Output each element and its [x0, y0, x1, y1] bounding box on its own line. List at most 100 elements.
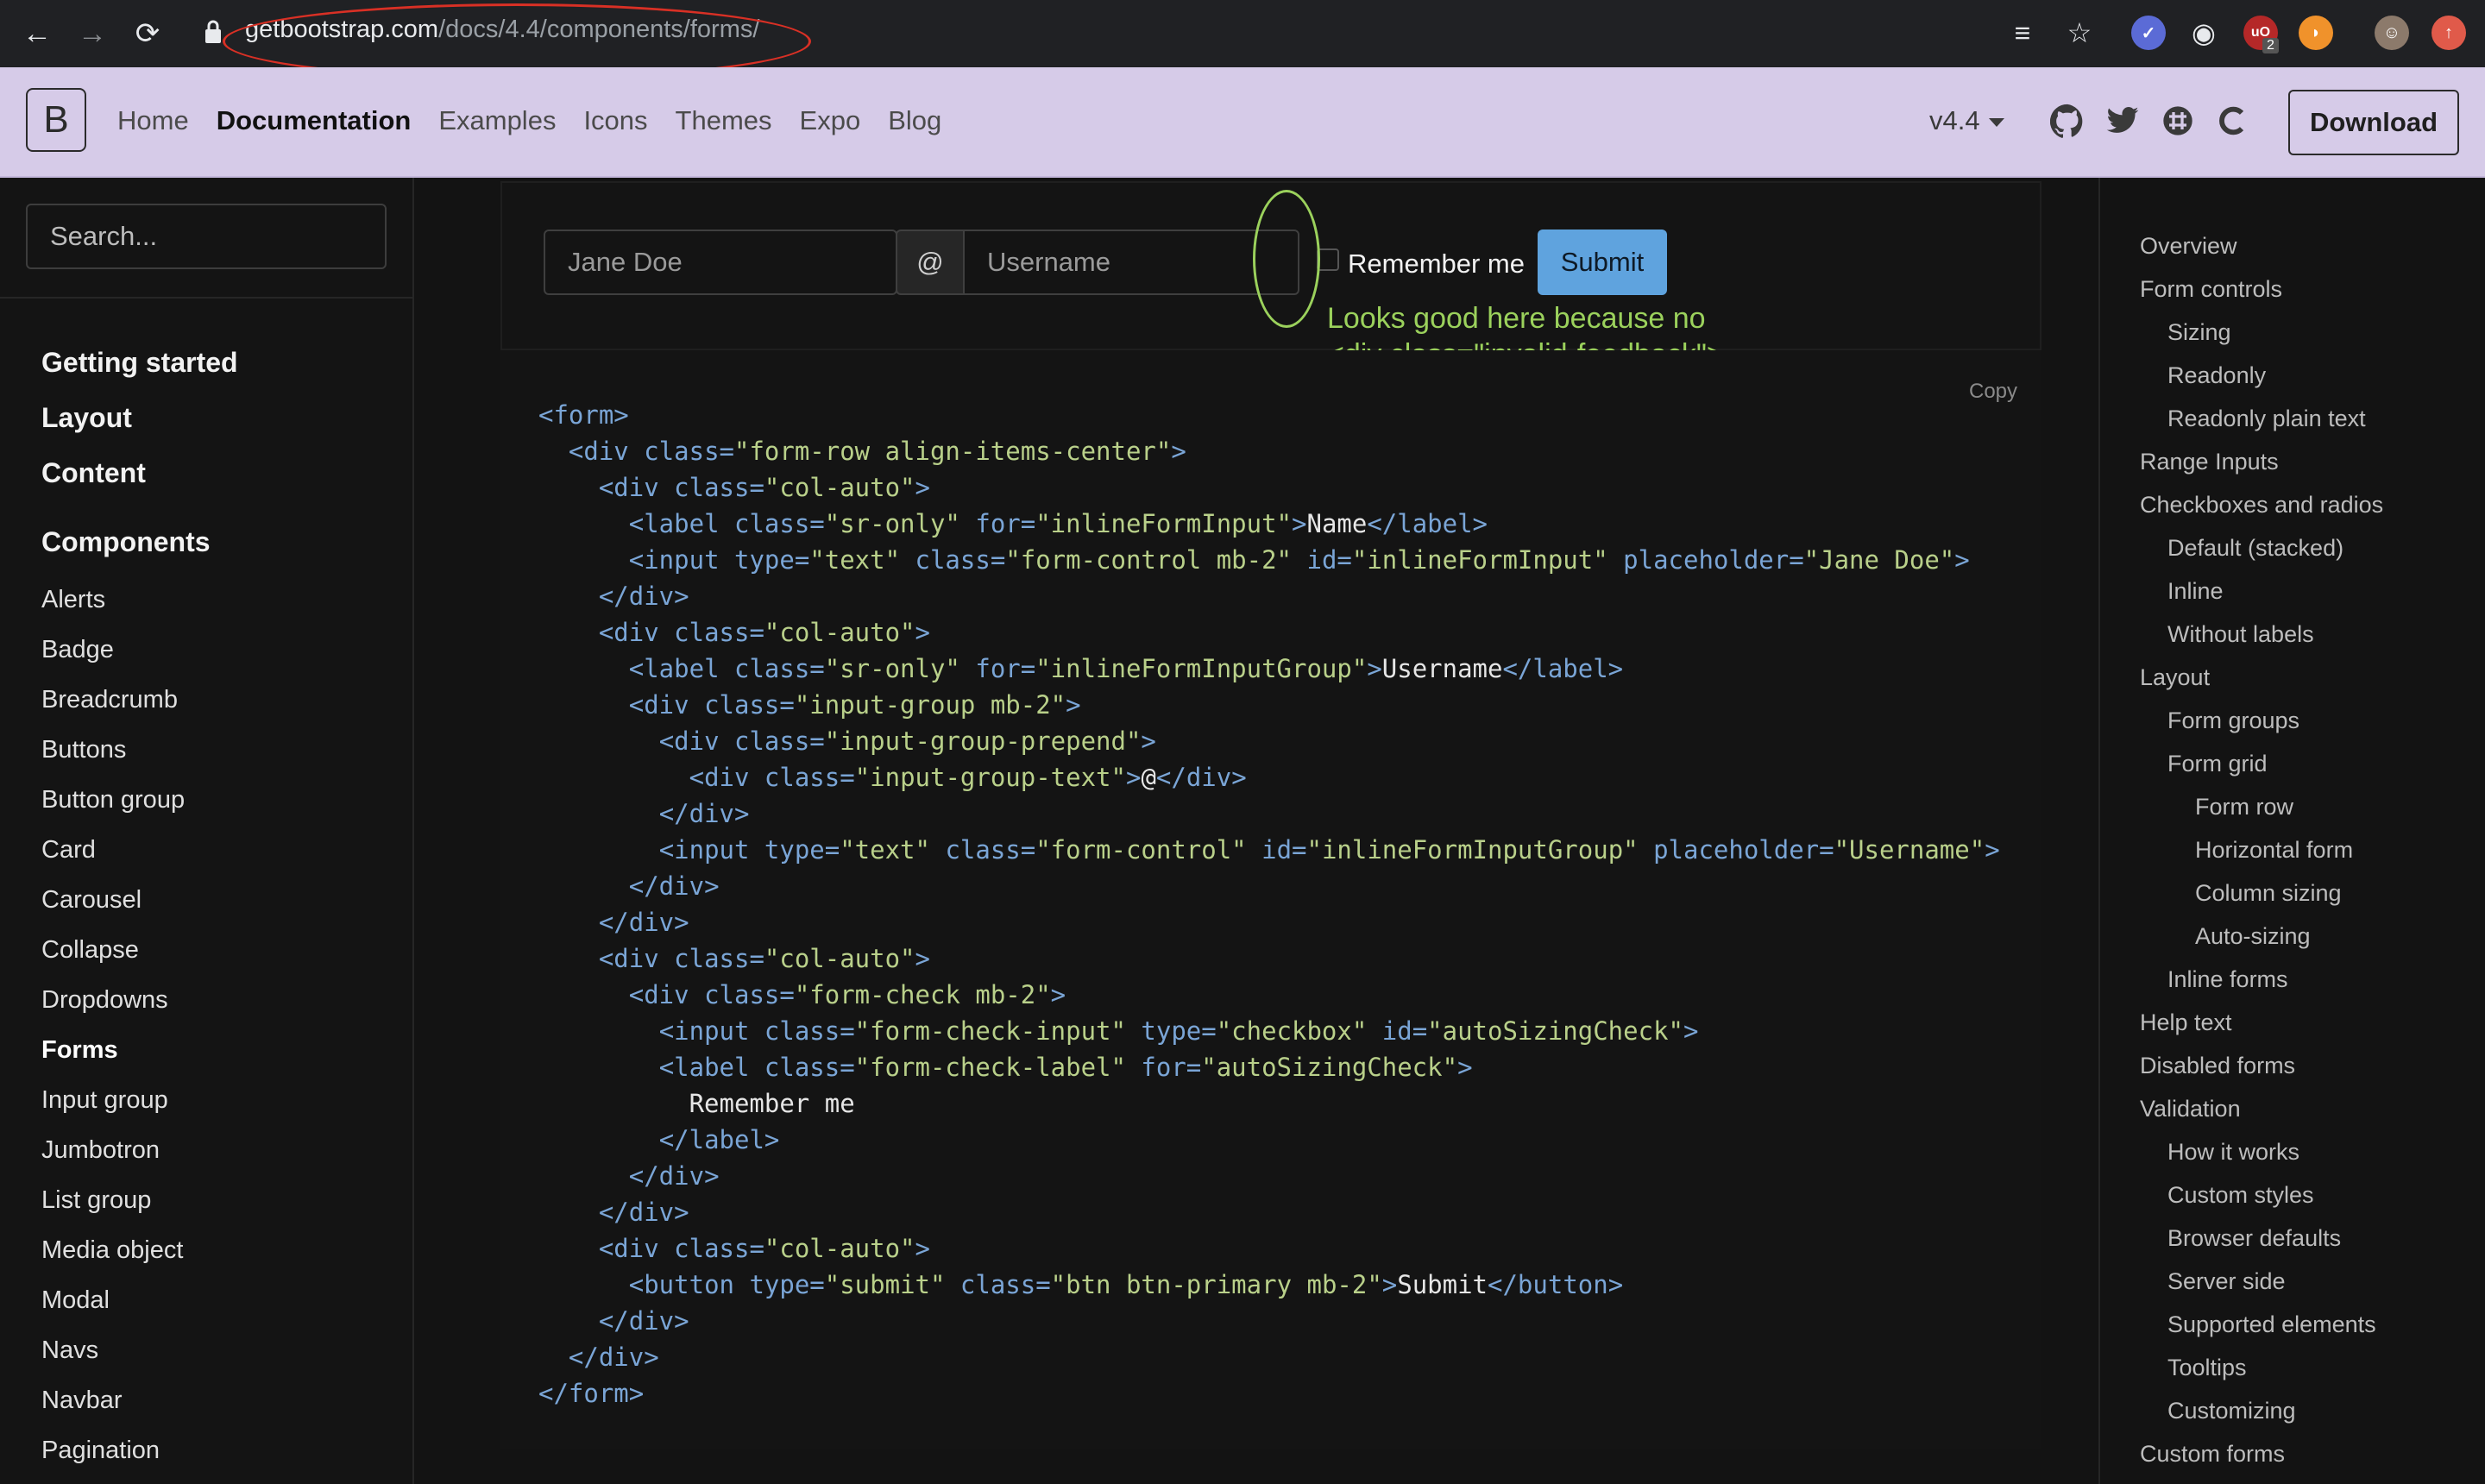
toc-item[interactable]: Horizontal form: [2140, 828, 2383, 871]
toc-item[interactable]: Validation: [2140, 1087, 2383, 1130]
toc-item[interactable]: How it works: [2140, 1130, 2383, 1173]
update-icon[interactable]: ↑: [2432, 16, 2466, 50]
toc-item[interactable]: Help text: [2140, 1001, 2383, 1044]
toc-item[interactable]: Inline forms: [2140, 958, 2383, 1001]
star-icon[interactable]: ☆: [2062, 16, 2097, 50]
sidebar-item[interactable]: Pagination: [41, 1425, 185, 1475]
sidebar-item[interactable]: Collapse: [41, 925, 185, 975]
toc-item[interactable]: Without labels: [2140, 613, 2383, 656]
sidebar-item[interactable]: Jumbotron: [41, 1125, 185, 1175]
toc-item[interactable]: Inline: [2140, 569, 2383, 613]
toc-item[interactable]: Overview: [2140, 224, 2383, 267]
sidebar-item-getting-started[interactable]: Getting started: [41, 335, 238, 390]
code-token: "autoSizingCheck": [1201, 1053, 1458, 1082]
toc-item[interactable]: Browser defaults: [2140, 1217, 2383, 1260]
toc-item[interactable]: Readonly: [2140, 354, 2383, 397]
code-token: Name: [1306, 509, 1368, 538]
name-input[interactable]: [544, 230, 897, 295]
toc-item[interactable]: Checkboxes and radios: [2140, 483, 2383, 526]
sidebar-item-content[interactable]: Content: [41, 445, 238, 500]
nav-home[interactable]: Home: [117, 105, 189, 136]
sidebar-item[interactable]: Modal: [41, 1275, 185, 1325]
toc-item[interactable]: Default (stacked): [2140, 526, 2383, 569]
avatar[interactable]: ☺: [2375, 16, 2409, 50]
code-token: for=: [975, 509, 1036, 538]
code-token: >: [915, 944, 930, 973]
opencollective-icon[interactable]: [2216, 104, 2250, 138]
code-token: "Username": [1834, 835, 1985, 865]
sidebar-item[interactable]: Alerts: [41, 575, 185, 625]
sidebar-item[interactable]: Card: [41, 825, 185, 875]
toc-item[interactable]: Custom forms: [2140, 1432, 2383, 1475]
toc-item[interactable]: Form grid: [2140, 742, 2383, 785]
toc-item[interactable]: Tooltips: [2140, 1346, 2383, 1389]
sidebar-item-layout[interactable]: Layout: [41, 390, 238, 445]
sidebar-item[interactable]: Badge: [41, 625, 185, 675]
code-token: </div>: [1155, 763, 1247, 792]
username-input[interactable]: [963, 230, 1299, 295]
code-token: </div>: [658, 799, 750, 828]
nav-documentation[interactable]: Documentation: [217, 105, 412, 136]
code-token: class=: [674, 473, 764, 502]
toc-item[interactable]: Form controls: [2140, 267, 2383, 311]
sidebar-item[interactable]: Breadcrumb: [41, 675, 185, 725]
github-icon[interactable]: [2050, 104, 2085, 138]
sidebar-item[interactable]: List group: [41, 1175, 185, 1225]
extension-check-icon[interactable]: ✓: [2131, 16, 2166, 50]
code-token: "Jane Doe": [1803, 545, 1955, 575]
sidebar-item[interactable]: Navbar: [41, 1375, 185, 1425]
twitter-icon[interactable]: [2105, 104, 2140, 138]
sidebar-section-components[interactable]: Components: [41, 526, 211, 558]
reading-list-icon[interactable]: ≡: [2005, 16, 2040, 50]
toc-item[interactable]: Range Inputs: [2140, 440, 2383, 483]
sidebar-item[interactable]: Media object: [41, 1225, 185, 1275]
code-line: <div class="col-auto">: [538, 614, 2000, 651]
code-token: "inlineFormInput": [1035, 509, 1293, 538]
nav-expo[interactable]: Expo: [800, 105, 861, 136]
back-icon[interactable]: ←: [16, 12, 59, 55]
nav-themes[interactable]: Themes: [676, 105, 772, 136]
toc-item[interactable]: Auto-sizing: [2140, 915, 2383, 958]
submit-button[interactable]: Submit: [1538, 230, 1667, 295]
toc-item[interactable]: Readonly plain text: [2140, 397, 2383, 440]
toc-item[interactable]: Sizing: [2140, 311, 2383, 354]
extension-spy-icon[interactable]: ◉: [2186, 16, 2221, 50]
search-input[interactable]: [26, 204, 387, 269]
code-token: "form-row align-items-center": [734, 437, 1172, 466]
toc-item[interactable]: Supported elements: [2140, 1303, 2383, 1346]
code-token: @: [1141, 763, 1156, 792]
sidebar-item[interactable]: Navs: [41, 1325, 185, 1375]
nav-icons[interactable]: Icons: [583, 105, 647, 136]
reload-icon[interactable]: ⟳: [126, 12, 169, 55]
sidebar-item[interactable]: Dropdowns: [41, 975, 185, 1025]
sidebar-item[interactable]: Forms: [41, 1025, 185, 1075]
sidebar-item[interactable]: Buttons: [41, 725, 185, 775]
nav-examples[interactable]: Examples: [438, 105, 556, 136]
sidebar-item[interactable]: Carousel: [41, 875, 185, 925]
download-button[interactable]: Download: [2288, 90, 2459, 155]
sidebar-item[interactable]: Button group: [41, 775, 185, 825]
toc-item[interactable]: Customizing: [2140, 1389, 2383, 1432]
code-token: >: [1141, 726, 1156, 756]
toc-item[interactable]: Disabled forms: [2140, 1044, 2383, 1087]
copy-button[interactable]: Copy: [1969, 380, 2017, 404]
toc-item[interactable]: Custom styles: [2140, 1173, 2383, 1217]
toc-item[interactable]: Form groups: [2140, 699, 2383, 742]
sidebar-item[interactable]: Input group: [41, 1075, 185, 1125]
remember-me-label[interactable]: Remember me: [1348, 248, 1525, 280]
code-token: for=: [975, 654, 1036, 683]
toc-item[interactable]: Column sizing: [2140, 871, 2383, 915]
bootstrap-logo[interactable]: B: [26, 88, 86, 152]
nav-blog[interactable]: Blog: [888, 105, 941, 136]
code-token: >: [1171, 437, 1186, 466]
slack-icon[interactable]: [2161, 104, 2195, 138]
rss-icon[interactable]: ◗: [2299, 16, 2333, 50]
toc-item[interactable]: Form row: [2140, 785, 2383, 828]
toc-item[interactable]: Server side: [2140, 1260, 2383, 1303]
code-listing: <form> <div class="form-row align-items-…: [538, 397, 2000, 1412]
toc-item[interactable]: Layout: [2140, 656, 2383, 699]
version-dropdown[interactable]: v4.4: [1929, 105, 2004, 136]
forward-icon[interactable]: →: [71, 12, 114, 55]
